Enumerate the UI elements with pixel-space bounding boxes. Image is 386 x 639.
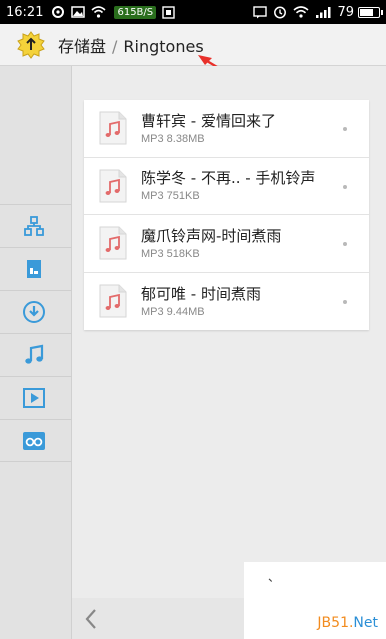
music-icon [25, 344, 44, 364]
file-text: 郁可唯 - 时间煮雨 MP3 9.44MB [141, 285, 369, 318]
breadcrumb-root[interactable]: 存储盘 [58, 37, 106, 56]
file-meta: MP3 9.44MB [141, 305, 205, 318]
battery-fill [360, 8, 373, 16]
back-chevron-icon[interactable] [84, 608, 98, 630]
main-content: 曹轩宾 - 爱情回来了 MP3 8.38MB 陈学冬 - 不再.. - 手机铃声 MP… [72, 66, 386, 639]
sidebar-item-sd-card[interactable] [0, 247, 72, 290]
screenshot-icon [162, 5, 175, 19]
file-meta: MP3 8.38MB [141, 132, 205, 145]
audio-file-icon [98, 169, 128, 203]
file-name: 郁可唯 - 时间煮雨 [141, 284, 261, 303]
file-meta: MP3 518KB [141, 247, 200, 260]
file-name: 曹轩宾 - 爱情回来了 [141, 111, 276, 130]
message-icon [253, 5, 268, 19]
file-name: 陈学冬 - 不再.. - 手机铃声 [141, 169, 316, 188]
more-options-icon[interactable] [343, 127, 347, 131]
file-text: 曹轩宾 - 爱情回来了 MP3 8.38MB [141, 112, 369, 145]
file-row[interactable]: 陈学冬 - 不再.. - 手机铃声 MP3 751KB [84, 158, 369, 215]
battery-percent: 79 [337, 4, 354, 20]
breadcrumb-current: Ringtones [123, 36, 204, 56]
wifi-icon [293, 6, 309, 18]
watermark: 、 JB51.Net [244, 562, 386, 639]
image-icon [71, 6, 86, 18]
signal-icon [315, 6, 331, 19]
file-name: 魔爪铃声网-时间煮雨 [141, 226, 282, 245]
sidebar-item-downloads[interactable] [0, 290, 72, 333]
sidebar-item-network[interactable] [0, 204, 72, 247]
file-meta: MP3 751KB [141, 190, 200, 203]
watermark-mark: 、 [268, 570, 281, 584]
video-icon [23, 388, 45, 408]
file-row[interactable]: 郁可唯 - 时间煮雨 MP3 9.44MB [84, 273, 369, 331]
app-logo-icon[interactable] [16, 30, 46, 60]
sidebar [0, 66, 72, 639]
audio-file-icon [98, 284, 128, 318]
sync-icon [51, 5, 65, 19]
download-icon [23, 301, 45, 323]
status-time: 16:21 [6, 4, 44, 20]
network-icon [24, 216, 44, 236]
sidebar-item-glasses[interactable] [0, 419, 72, 462]
more-options-icon[interactable] [343, 299, 347, 304]
file-list: 曹轩宾 - 爱情回来了 MP3 8.38MB 陈学冬 - 不再.. - 手机铃声 MP… [84, 100, 369, 330]
file-row[interactable]: 曹轩宾 - 爱情回来了 MP3 8.38MB [84, 100, 369, 158]
battery-icon [358, 6, 383, 18]
breadcrumb: 存储盘 / Ringtones [58, 33, 204, 57]
file-text: 魔爪铃声网-时间煮雨 MP3 518KB [141, 227, 369, 260]
alarm-icon [273, 5, 287, 19]
sidebar-item-music[interactable] [0, 333, 72, 376]
breadcrumb-separator: / [112, 36, 118, 56]
wifi-icon [91, 6, 107, 18]
glasses-icon [23, 431, 45, 450]
sd-card-icon [27, 260, 41, 278]
sidebar-item-video[interactable] [0, 376, 72, 419]
status-bar: 16:21 615B/S 79 [0, 0, 386, 24]
file-row[interactable]: 魔爪铃声网-时间煮雨 MP3 518KB [84, 215, 369, 273]
watermark-brand: JB51. [317, 615, 354, 631]
file-text: 陈学冬 - 不再.. - 手机铃声 MP3 751KB [141, 169, 369, 202]
watermark-suffix: Net [353, 615, 378, 631]
watermark-text: JB51.Net [317, 615, 378, 631]
more-options-icon[interactable] [343, 184, 347, 189]
audio-file-icon [98, 226, 128, 260]
net-speed-badge: 615B/S [114, 5, 157, 19]
header-bar: 存储盘 / Ringtones [0, 24, 386, 66]
more-options-icon[interactable] [343, 242, 347, 246]
audio-file-icon [98, 111, 128, 145]
